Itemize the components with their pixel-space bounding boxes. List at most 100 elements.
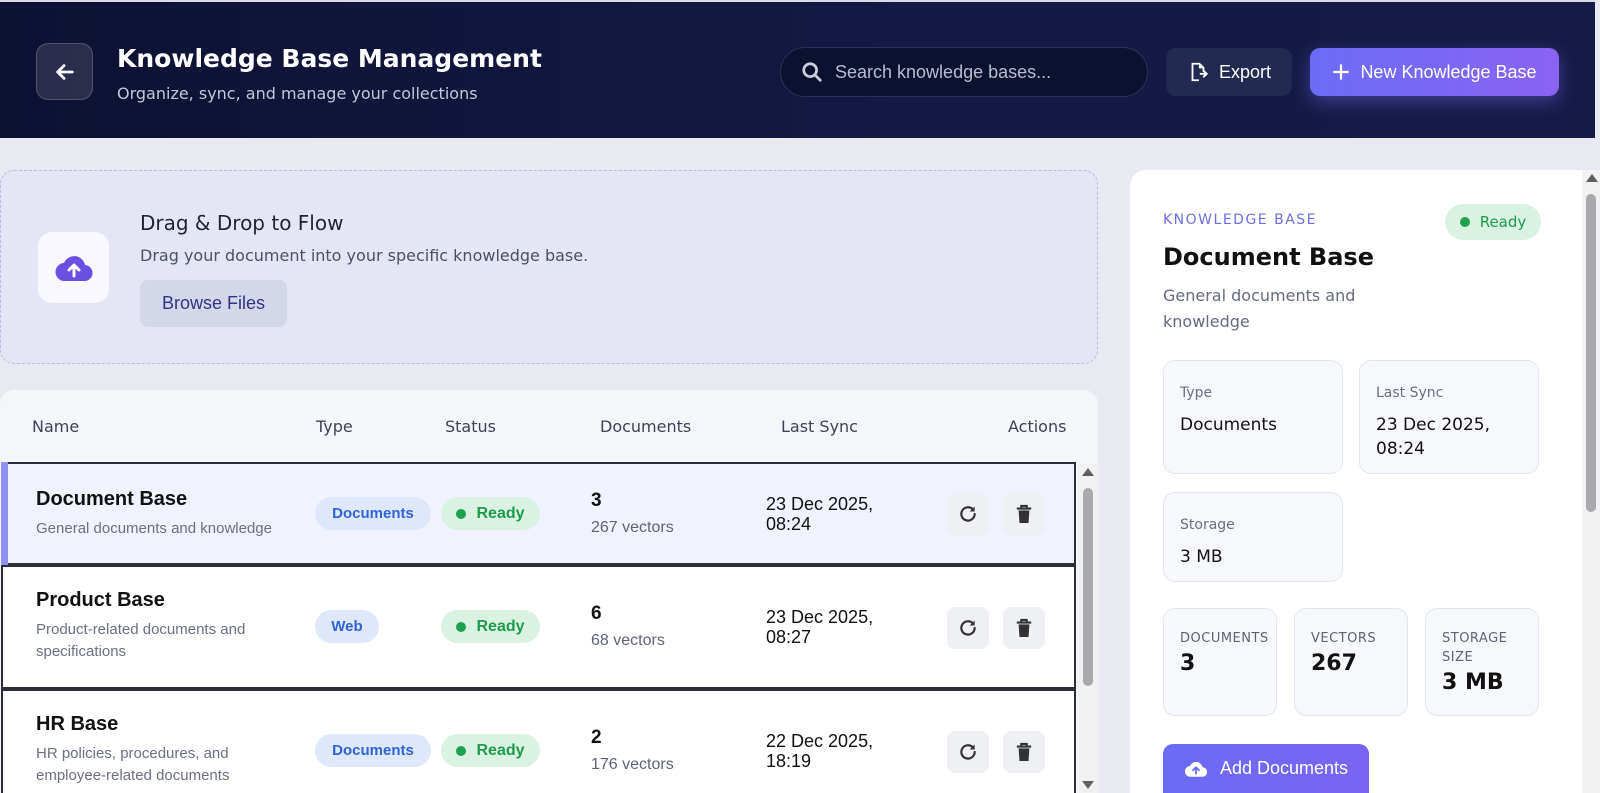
dropzone-title: Drag & Drop to Flow <box>140 211 344 235</box>
column-header-actions: Actions <box>1008 417 1067 436</box>
storage-card-label: Storage <box>1180 517 1235 533</box>
trash-icon <box>1016 618 1032 637</box>
detail-kicker: KNOWLEDGE BASE <box>1163 212 1317 228</box>
stat-value: 267 <box>1311 651 1357 676</box>
type-card-value: Documents <box>1180 415 1277 435</box>
export-file-icon <box>1191 62 1209 82</box>
detail-title: Document Base <box>1163 243 1374 271</box>
last-sync-card: Last Sync 23 Dec 2025, 08:24 <box>1359 360 1539 474</box>
status-badge: Ready <box>441 497 540 530</box>
back-button[interactable] <box>36 43 93 100</box>
delete-button[interactable] <box>1003 607 1045 649</box>
cloud-upload-icon <box>54 255 93 281</box>
sync-button[interactable] <box>947 607 989 649</box>
row-name: HR Base <box>36 713 119 735</box>
status-badge: Ready <box>441 734 540 767</box>
document-count: 3 <box>591 490 602 511</box>
column-header-status: Status <box>445 417 496 436</box>
stat-card-vectors: VECTORS 267 <box>1294 608 1408 716</box>
row-name: Document Base <box>36 488 188 510</box>
stat-label: STORAGE SIZE <box>1442 631 1508 665</box>
status-dot-icon <box>456 621 467 632</box>
last-sync: 23 Dec 2025, 08:24 <box>766 494 874 534</box>
document-count: 6 <box>591 603 602 624</box>
add-documents-label: Add Documents <box>1219 758 1349 778</box>
panel-scroll-thumb[interactable] <box>1586 194 1596 512</box>
status-label: Ready <box>476 617 525 635</box>
status-dot-icon <box>1459 217 1470 227</box>
knowledge-base-table: Name Type Status Documents Last Sync Act… <box>0 390 1098 793</box>
search-box[interactable] <box>780 47 1148 97</box>
vector-count: 176 vectors <box>591 756 674 773</box>
refresh-icon <box>960 620 976 636</box>
detail-description: General documents and knowledge <box>1163 286 1356 331</box>
export-label: Export <box>1218 61 1272 82</box>
last-sync-card-label: Last Sync <box>1376 385 1444 401</box>
row-description: Product-related documents and specificat… <box>36 621 246 660</box>
status-badge: Ready <box>441 610 540 643</box>
top-header: Knowledge Base Management Organize, sync… <box>0 0 1595 138</box>
row-description: General documents and knowledge <box>36 520 272 537</box>
delete-button[interactable] <box>1003 731 1045 773</box>
plus-icon <box>1333 64 1350 80</box>
storage-card-value: 3 MB <box>1180 547 1223 567</box>
refresh-icon <box>960 744 976 760</box>
cloud-upload-icon <box>1184 761 1208 777</box>
column-header-type: Type <box>316 417 353 436</box>
drop-zone[interactable]: Drag & Drop to Flow Drag your document i… <box>0 170 1098 364</box>
page-subtitle: Organize, sync, and manage your collecti… <box>117 84 478 103</box>
new-knowledge-base-label: New Knowledge Base <box>1360 61 1537 82</box>
scroll-down-icon[interactable] <box>1082 781 1094 789</box>
type-badge: Documents <box>315 734 431 767</box>
delete-button[interactable] <box>1003 493 1045 535</box>
column-header-documents: Documents <box>600 417 692 436</box>
type-badge: Web <box>315 610 379 643</box>
detail-panel: KNOWLEDGE BASE Ready Document Base Gener… <box>1130 170 1582 793</box>
type-card-label: Type <box>1180 385 1213 401</box>
column-header-name: Name <box>32 417 80 436</box>
search-input[interactable] <box>835 61 1135 83</box>
document-count: 2 <box>591 727 602 748</box>
type-badge: Documents <box>315 497 431 530</box>
dropzone-description: Drag your document into your specific kn… <box>140 246 589 265</box>
last-sync: 22 Dec 2025, 18:19 <box>766 731 874 771</box>
table-scroll-thumb[interactable] <box>1083 488 1093 686</box>
stat-card-storage-size: STORAGE SIZE 3 MB <box>1425 608 1539 716</box>
arrow-left-icon <box>55 63 74 80</box>
detail-status-badge: Ready <box>1445 204 1541 240</box>
table-row[interactable]: Product Base Product-related documents a… <box>1 565 1076 689</box>
new-knowledge-base-button[interactable]: New Knowledge Base <box>1310 48 1559 96</box>
status-label: Ready <box>476 741 525 759</box>
browse-files-button[interactable]: Browse Files <box>140 280 287 327</box>
export-button[interactable]: Export <box>1166 48 1292 96</box>
vector-count: 68 vectors <box>591 632 665 649</box>
vector-count: 267 vectors <box>591 519 674 536</box>
add-documents-button[interactable]: Add Documents <box>1163 744 1369 793</box>
last-sync-card-value: 23 Dec 2025, 08:24 <box>1376 415 1491 459</box>
sync-button[interactable] <box>947 493 989 535</box>
upload-icon-box <box>38 232 109 303</box>
scroll-up-icon[interactable] <box>1082 468 1094 476</box>
status-label: Ready <box>476 504 525 522</box>
stat-value: 3 <box>1180 651 1196 676</box>
page-title: Knowledge Base Management <box>117 44 542 73</box>
table-row[interactable]: HR Base HR policies, procedures, and emp… <box>1 689 1076 793</box>
status-dot-icon <box>456 745 467 756</box>
stat-card-documents: DOCUMENTS 3 <box>1163 608 1277 716</box>
stat-value: 3 MB <box>1442 670 1504 695</box>
column-header-last-sync: Last Sync <box>781 417 858 436</box>
table-row[interactable]: Document Base General documents and know… <box>1 462 1076 565</box>
row-description: HR policies, procedures, and employee-re… <box>36 745 230 784</box>
type-card: Type Documents <box>1163 360 1343 474</box>
detail-status-label: Ready <box>1479 213 1527 231</box>
trash-icon <box>1016 504 1032 523</box>
stat-label: VECTORS <box>1311 631 1377 646</box>
table-scrollbar[interactable] <box>1078 464 1098 793</box>
table-header: Name Type Status Documents Last Sync Act… <box>0 390 1098 462</box>
scroll-up-icon[interactable] <box>1586 174 1598 182</box>
storage-card: Storage 3 MB <box>1163 492 1343 582</box>
search-icon <box>802 62 822 82</box>
panel-scrollbar[interactable] <box>1582 170 1600 793</box>
row-name: Product Base <box>36 589 165 611</box>
sync-button[interactable] <box>947 731 989 773</box>
